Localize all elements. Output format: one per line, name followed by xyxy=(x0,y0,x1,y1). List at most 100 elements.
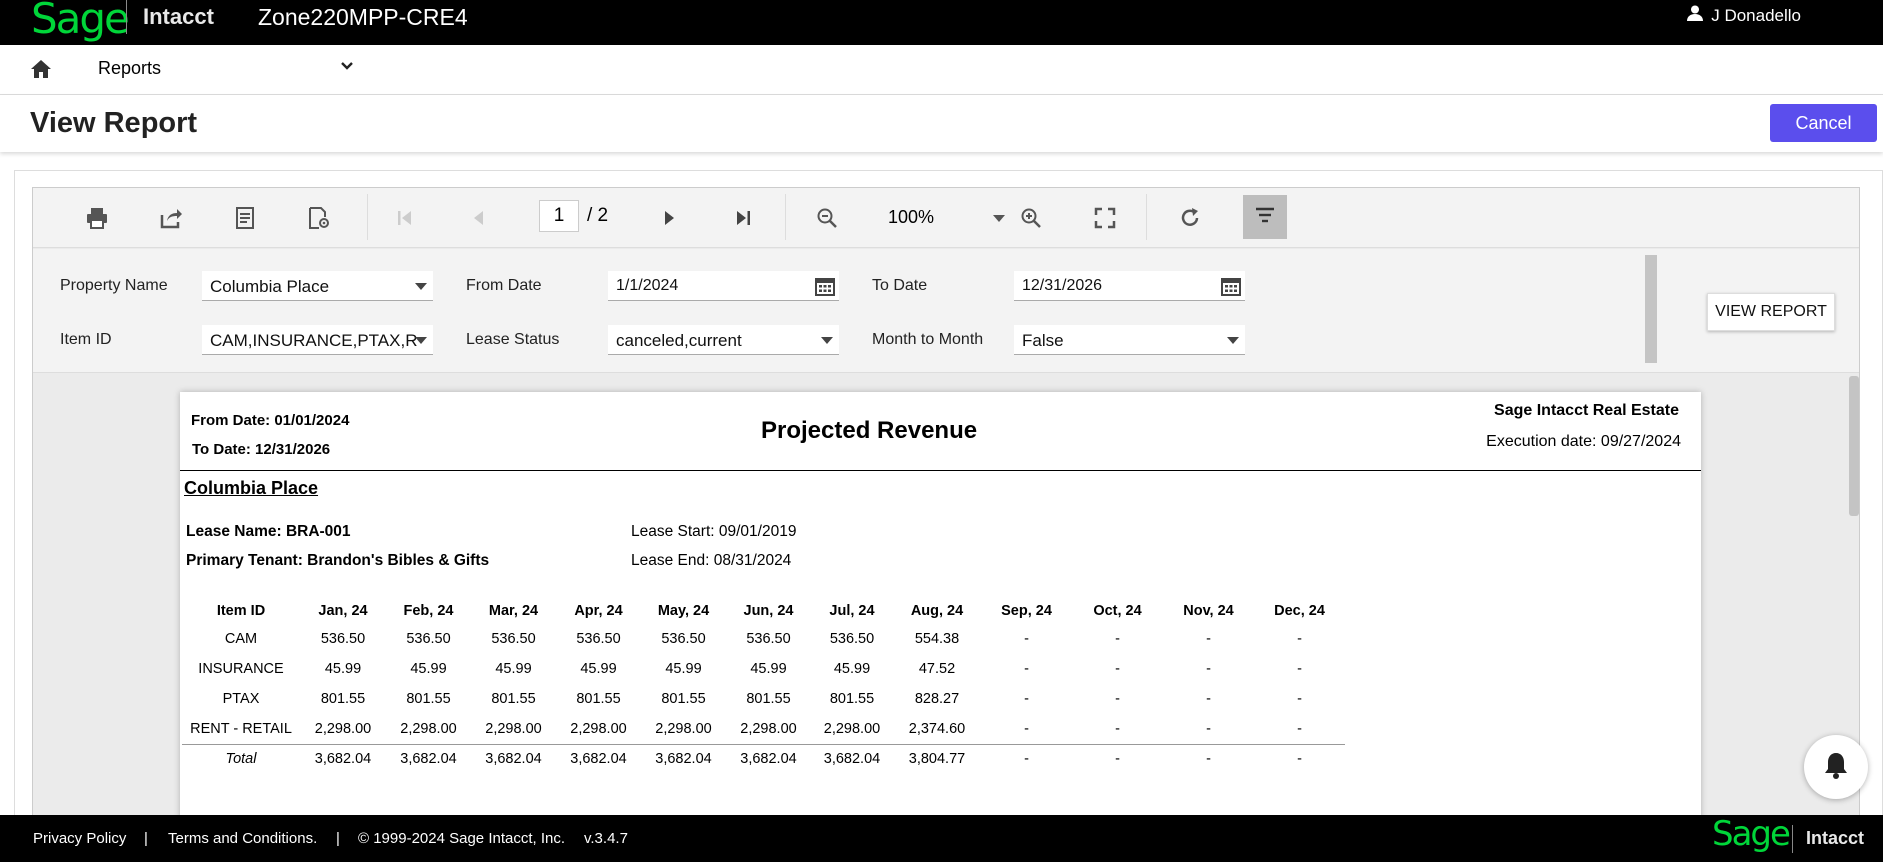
footer-separator: | xyxy=(144,830,148,847)
nav-module-reports[interactable]: Reports xyxy=(98,58,161,79)
previous-page-icon[interactable] xyxy=(465,204,493,232)
table-cell: 45.99 xyxy=(750,661,787,677)
lease-status-label: Lease Status xyxy=(466,331,560,348)
column-header: Oct, 24 xyxy=(1093,603,1142,619)
refresh-icon[interactable] xyxy=(1176,204,1204,232)
page-number-input[interactable]: 1 xyxy=(539,200,579,232)
chevron-down-icon[interactable] xyxy=(340,59,354,78)
column-header: Mar, 24 xyxy=(488,603,539,619)
table-cell: - xyxy=(1297,691,1302,707)
lease-status-select[interactable]: canceled,current xyxy=(608,325,839,355)
terms-link[interactable]: Terms and Conditions. xyxy=(168,830,317,847)
column-header: Item ID xyxy=(216,603,266,619)
table-cell: CAM xyxy=(224,631,258,647)
table-cell: INSURANCE xyxy=(198,661,284,677)
page-title: View Report xyxy=(30,107,198,139)
column-header: Jan, 24 xyxy=(318,603,368,619)
report-title: Projected Revenue xyxy=(761,417,978,444)
item-id-select[interactable]: CAM,INSURANCE,PTAX,R xyxy=(202,325,433,355)
table-cell: 2,298.00 xyxy=(400,720,457,737)
month-to-month-value: False xyxy=(1022,331,1064,350)
home-icon[interactable] xyxy=(30,59,52,84)
table-cell: - xyxy=(1206,720,1211,737)
chevron-down-icon[interactable] xyxy=(985,204,1013,232)
table-cell: 45.99 xyxy=(324,661,362,677)
footer-logo-divider xyxy=(1792,825,1793,853)
table-cell: 801.55 xyxy=(406,691,451,707)
table-cell: - xyxy=(1206,661,1211,677)
table-row: CAM 536.50 536.50 536.50 536.50 536.50 536.50 5… xyxy=(182,624,1345,654)
table-cell: 3,682.04 xyxy=(300,743,386,774)
table-cell: 2,298.00 xyxy=(485,720,542,737)
filter-toggle-button[interactable] xyxy=(1243,195,1287,239)
calendar-icon[interactable] xyxy=(1221,276,1241,300)
table-cell: - xyxy=(1024,631,1029,647)
table-cell: 801.55 xyxy=(320,691,366,707)
user-menu[interactable]: J Donadello xyxy=(1687,5,1801,26)
report-scrollbar[interactable] xyxy=(1849,376,1859,516)
table-cell: - xyxy=(1297,720,1302,737)
column-header: Dec, 24 xyxy=(1274,603,1325,619)
copyright: © 1999-2024 Sage Intacct, Inc. xyxy=(358,830,566,847)
zoom-in-icon[interactable] xyxy=(1017,204,1045,232)
last-page-icon[interactable] xyxy=(729,204,757,232)
from-date-field[interactable]: 1/1/2024 xyxy=(608,271,839,301)
table-cell: - xyxy=(1254,743,1345,774)
table-cell: PTAX xyxy=(222,691,260,707)
table-cell: 2,298.00 xyxy=(823,720,881,737)
first-page-icon[interactable] xyxy=(391,204,419,232)
month-to-month-select[interactable]: False xyxy=(1014,325,1245,355)
user-name: J Donadello xyxy=(1711,5,1801,25)
view-report-button[interactable]: VIEW REPORT xyxy=(1707,293,1835,331)
table-cell: 45.99 xyxy=(495,661,532,677)
column-header: Sep, 24 xyxy=(1001,603,1052,619)
company-name[interactable]: Zone220MPP-CRE4 xyxy=(258,4,468,31)
table-cell: - xyxy=(1206,631,1211,647)
table-cell: 801.55 xyxy=(576,691,621,707)
table-cell: - xyxy=(1115,691,1120,707)
revenue-table: Item ID Jan, 24 Feb, 24 Mar, 24 Apr, 24 … xyxy=(182,598,1345,774)
top-bar: Sage Intacct Zone220MPP-CRE4 J Donadello xyxy=(0,0,1883,45)
table-cell: RENT - RETAIL xyxy=(190,720,292,737)
table-cell: - xyxy=(1024,720,1029,737)
table-cell: - xyxy=(1072,743,1163,774)
table-cell: 45.99 xyxy=(410,661,447,677)
export-icon[interactable] xyxy=(157,204,185,232)
property-name-value: Columbia Place xyxy=(210,277,330,296)
user-icon xyxy=(1687,5,1704,26)
version: v.3.4.7 xyxy=(584,830,628,847)
table-cell: 3,804.77 xyxy=(893,743,981,774)
nav-bar: Reports xyxy=(0,45,1883,95)
notifications-button[interactable] xyxy=(1804,735,1868,799)
property-name-select[interactable]: Columbia Place xyxy=(202,271,433,301)
table-row: PTAX 801.55 801.55 801.55 801.55 801.55 801.55… xyxy=(182,684,1345,714)
document-icon[interactable] xyxy=(231,204,259,232)
zoom-level[interactable]: 100% xyxy=(888,207,934,228)
item-id-label: Item ID xyxy=(60,331,112,348)
property-name-label: Property Name xyxy=(60,277,168,294)
table-row: INSURANCE 45.99 45.99 45.99 45.99 45.99 45.99 4… xyxy=(182,654,1345,684)
cancel-button[interactable]: Cancel xyxy=(1770,104,1877,142)
footer-separator: | xyxy=(336,830,340,847)
logo-divider xyxy=(126,0,127,34)
parameters-scrollbar[interactable] xyxy=(1645,255,1657,363)
footer-sage-logo: Sage xyxy=(1712,814,1791,854)
privacy-policy-link[interactable]: Privacy Policy xyxy=(33,830,126,847)
fullscreen-icon[interactable] xyxy=(1091,204,1119,232)
table-cell: Total xyxy=(182,743,300,774)
page-setup-icon[interactable] xyxy=(305,204,333,232)
next-page-icon[interactable] xyxy=(655,204,683,232)
zoom-out-icon[interactable] xyxy=(813,204,841,232)
total-row: Total 3,682.04 3,682.04 3,682.04 3,682.04 3,6… xyxy=(182,743,1345,774)
column-header: Jul, 24 xyxy=(829,603,875,619)
calendar-icon[interactable] xyxy=(815,276,835,300)
print-icon[interactable] xyxy=(83,204,111,232)
footer-intacct-logo: Intacct xyxy=(1806,828,1865,848)
primary-tenant: Primary Tenant: Brandon's Bibles & Gifts xyxy=(186,552,490,569)
table-cell: 801.55 xyxy=(829,691,875,707)
item-id-value: CAM,INSURANCE,PTAX,R xyxy=(210,331,418,350)
table-cell: 801.55 xyxy=(661,691,706,707)
to-date-field[interactable]: 12/31/2026 xyxy=(1014,271,1245,301)
chevron-down-icon xyxy=(1227,337,1239,344)
table-cell: 536.50 xyxy=(829,631,875,647)
